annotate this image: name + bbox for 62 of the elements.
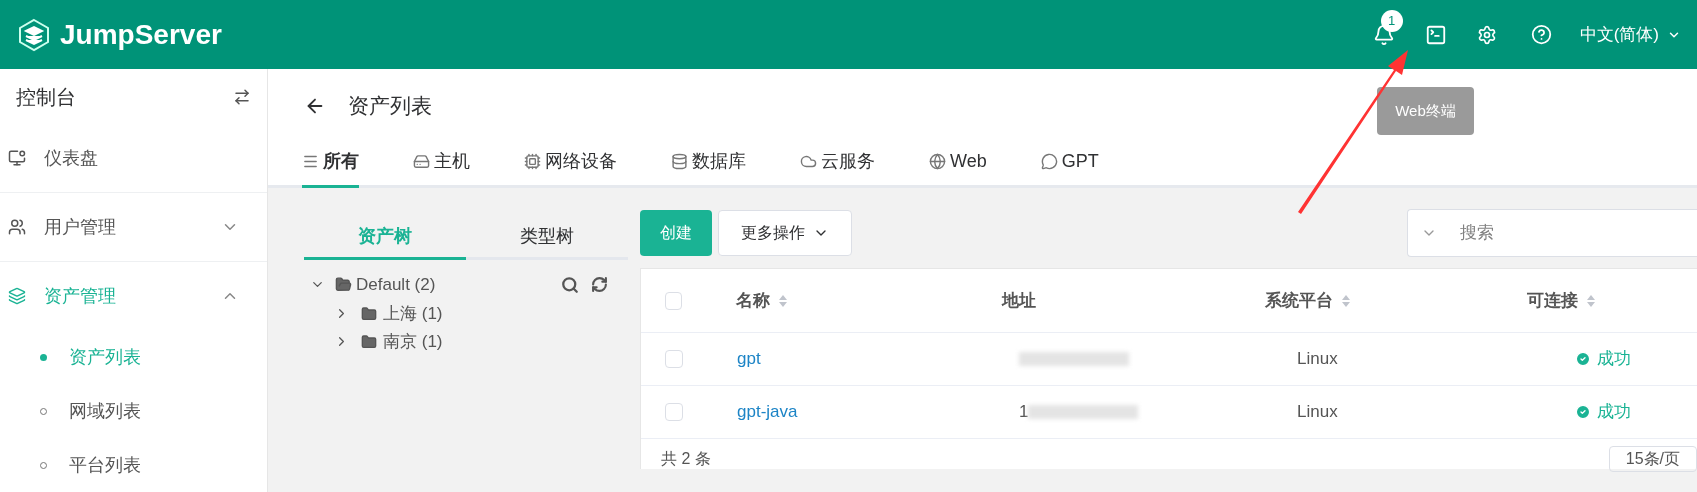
monitor-icon (8, 149, 26, 167)
column-header: 名称 (736, 289, 771, 312)
category-tab[interactable]: 数据库 (671, 148, 746, 188)
notification-badge: 1 (1380, 9, 1403, 32)
folder-icon (361, 333, 377, 350)
column-header: 系统平台 (1264, 289, 1333, 312)
check-circle-icon (1575, 404, 1591, 420)
sidebar-item[interactable]: 用户管理 (0, 193, 267, 261)
column-header: 可连接 (1527, 289, 1579, 312)
notification-icon[interactable] (1372, 23, 1395, 46)
help-icon[interactable] (1530, 24, 1552, 45)
tree-node[interactable]: 上海 (1) (383, 300, 443, 327)
logo-text: JumpServer (60, 17, 222, 52)
cloud-icon (800, 153, 817, 170)
more-actions-button[interactable]: 更多操作 (718, 210, 852, 256)
select-all-checkbox[interactable] (665, 291, 683, 310)
settings-icon[interactable] (1476, 24, 1497, 45)
sidebar-item[interactable]: 仪表盘 (0, 124, 267, 192)
category-tab[interactable]: Web (929, 148, 987, 188)
tree-node[interactable]: 南京 (1) (383, 328, 443, 355)
language-dropdown[interactable]: 中文(简体) (1579, 21, 1681, 48)
asset-name-link[interactable]: gpt (737, 349, 761, 369)
total-count: 共 2 条 (661, 449, 711, 469)
category-tab[interactable]: 网络设备 (524, 148, 617, 188)
refresh-icon[interactable] (591, 276, 608, 294)
column-header: 地址 (1002, 289, 1037, 312)
table-cell-text: 1 (1019, 401, 1029, 424)
globe-icon (929, 153, 946, 170)
switch-icon[interactable] (233, 87, 251, 106)
terminal-icon[interactable] (1424, 23, 1447, 46)
bullet-icon (40, 353, 47, 361)
check-circle-icon (1575, 351, 1591, 367)
search-field[interactable]: 搜索 (1407, 209, 1697, 257)
users-icon (8, 218, 26, 236)
asset-name-link[interactable]: gpt-java (737, 402, 798, 422)
menu-icon (302, 153, 319, 170)
table-cell: Linux (1297, 402, 1338, 422)
status-label: 成功 (1575, 399, 1631, 425)
sidebar-subitem[interactable]: 网域列表 (0, 384, 267, 438)
sidebar-subitem[interactable]: 平台列表 (0, 438, 267, 492)
row-checkbox[interactable] (665, 403, 683, 421)
category-tab[interactable]: 云服务 (800, 148, 875, 188)
row-checkbox[interactable] (665, 350, 683, 368)
drive-icon (413, 153, 430, 170)
category-tab[interactable]: GPT (1040, 148, 1099, 188)
search-icon[interactable] (561, 275, 579, 294)
status-label: 成功 (1575, 346, 1631, 372)
category-tab[interactable]: 主机 (413, 148, 470, 188)
page-size-select[interactable]: 15条/页 (1608, 446, 1697, 472)
folder-icon (361, 305, 377, 322)
layers-icon (8, 287, 26, 305)
chat-bubble-icon (1040, 153, 1058, 170)
sidebar-title: 控制台 (16, 84, 76, 110)
chip-icon (524, 153, 541, 170)
tree-node[interactable]: Default (2) (356, 272, 436, 298)
database-icon (671, 153, 688, 170)
page-title: 资产列表 (348, 93, 432, 120)
tooltip: Web终端 (1377, 87, 1474, 135)
table-cell: Linux (1297, 349, 1338, 369)
logo-icon (16, 16, 52, 53)
folder-icon (335, 276, 352, 294)
tree-tab[interactable]: 类型树 (466, 216, 628, 260)
